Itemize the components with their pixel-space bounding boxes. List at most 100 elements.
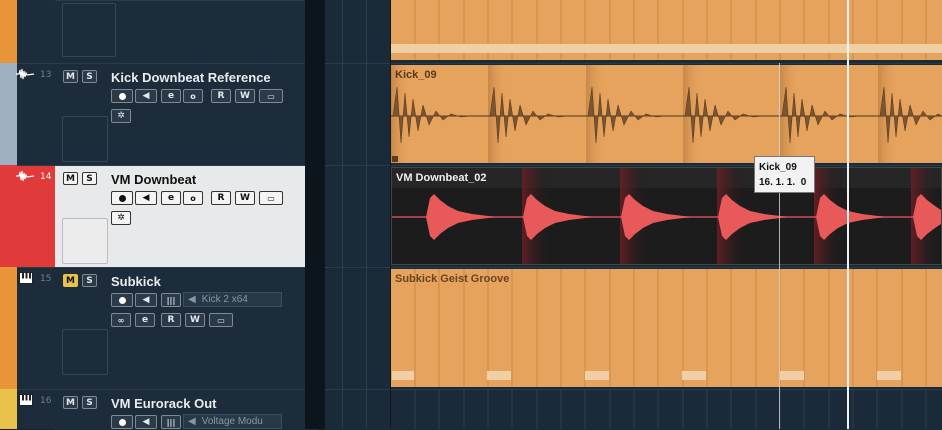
piano-icon xyxy=(19,272,33,284)
header-divider[interactable] xyxy=(305,0,325,429)
timebase-icon: o xyxy=(190,193,196,203)
solo-button[interactable]: S xyxy=(82,274,97,287)
audio-event-vm-downbeat[interactable]: VM Downbeat_02 xyxy=(391,167,942,265)
monitor-icon: ◀ xyxy=(142,91,150,101)
freeze-button[interactable]: ✲ xyxy=(111,109,131,123)
track-color-strip[interactable] xyxy=(0,0,17,63)
edit-button[interactable]: e xyxy=(161,89,181,103)
write-button[interactable]: W xyxy=(185,313,205,327)
chevron-left-icon: ◀ xyxy=(188,416,196,427)
record-icon xyxy=(118,194,126,202)
record-icon xyxy=(118,92,126,100)
midi-icon: ||| xyxy=(166,417,176,427)
midi-event-subkick[interactable]: Subkick Geist Groove xyxy=(391,269,942,387)
track-number-column: 13 xyxy=(16,63,55,165)
mute-button[interactable]: M xyxy=(63,396,78,409)
mute-button[interactable]: M xyxy=(63,70,78,83)
audio-event-kick[interactable]: Kick_09 xyxy=(391,65,942,163)
lanes-icon: ▭ xyxy=(267,193,275,203)
timebase-button[interactable]: o xyxy=(183,191,203,205)
track-name[interactable]: VM Eurorack Out xyxy=(111,396,216,411)
lanes-button[interactable]: ▭ xyxy=(259,89,283,103)
read-button[interactable]: R xyxy=(161,313,181,327)
record-enable-button[interactable] xyxy=(111,293,133,307)
track-color-strip[interactable] xyxy=(0,267,17,389)
mute-button[interactable]: M xyxy=(63,274,78,287)
chevron-left-icon: ◀ xyxy=(188,294,196,305)
track-name[interactable]: Subkick xyxy=(111,274,161,289)
track-name[interactable]: VM Downbeat xyxy=(111,172,196,187)
event-grid xyxy=(391,0,942,60)
grid-line xyxy=(342,0,343,429)
event-name: Kick_09 xyxy=(395,69,437,81)
record-enable-button[interactable] xyxy=(111,191,133,205)
write-button[interactable]: W xyxy=(235,191,255,205)
lanes-button[interactable]: ▭ xyxy=(259,191,283,205)
mute-button[interactable]: M xyxy=(63,172,78,185)
monitor-button[interactable]: ◀ xyxy=(135,191,157,205)
event-lane-16-grid xyxy=(414,389,927,429)
track-header-1[interactable] xyxy=(55,0,319,64)
waveform-icon xyxy=(16,170,35,182)
monitor-icon: ◀ xyxy=(142,417,150,427)
output-routing-field[interactable]: ◀ Kick 2 x64 xyxy=(183,292,282,307)
freeze-icon: ✲ xyxy=(117,111,125,121)
monitor-button[interactable]: ◀ xyxy=(135,415,157,429)
event-name: VM Downbeat_02 xyxy=(396,172,487,184)
track-header-13[interactable]: M S Kick Downbeat Reference ◀ e o R W ▭ … xyxy=(55,63,319,166)
freeze-button[interactable]: ✲ xyxy=(111,211,131,225)
edit-button[interactable]: e xyxy=(135,313,155,327)
event-tooltip: Kick_09 16. 1. 1. 0 xyxy=(754,156,815,193)
track-name[interactable]: Kick Downbeat Reference xyxy=(111,70,271,85)
tooltip-position: 16. 1. 1. 0 xyxy=(759,177,807,188)
grid-line xyxy=(366,0,367,429)
midi-input-button[interactable]: ||| xyxy=(161,293,181,307)
event-grid xyxy=(392,269,927,387)
monitor-icon: ◀ xyxy=(142,295,150,305)
event-left-edge xyxy=(390,0,391,429)
output-routing-label: Kick 2 x64 xyxy=(201,294,248,305)
track-number-column: 16 xyxy=(17,389,55,429)
record-icon xyxy=(118,418,126,426)
solo-button[interactable]: S xyxy=(82,172,97,185)
record-enable-button[interactable] xyxy=(111,89,133,103)
track-number: 13 xyxy=(40,70,52,80)
solo-button[interactable]: S xyxy=(82,396,97,409)
playhead[interactable] xyxy=(847,0,849,429)
write-button[interactable]: W xyxy=(235,89,255,103)
midi-input-button[interactable]: ||| xyxy=(161,415,181,429)
timebase-icon: o xyxy=(190,91,196,101)
cursor-line xyxy=(779,63,780,429)
record-icon xyxy=(118,296,126,304)
event-name: Subkick Geist Groove xyxy=(395,273,510,285)
track-header-16[interactable]: M S VM Eurorack Out ◀ ||| ◀ Voltage Modu xyxy=(55,389,319,430)
read-button[interactable]: R xyxy=(211,191,231,205)
midi-icon: ||| xyxy=(166,295,176,305)
track-number-column: 15 xyxy=(17,267,55,389)
track-versions-button[interactable]: ▭ xyxy=(209,313,233,327)
edit-button[interactable]: e xyxy=(161,191,181,205)
track-number-column xyxy=(17,0,55,63)
track-number: 15 xyxy=(40,274,52,284)
monitor-button[interactable]: ◀ xyxy=(135,293,157,307)
midi-event[interactable] xyxy=(391,0,942,60)
read-button[interactable]: R xyxy=(211,89,231,103)
piano-icon xyxy=(19,394,33,406)
lanes-button[interactable]: ∞ xyxy=(111,313,131,327)
track-number-column: 14 xyxy=(16,165,55,267)
output-routing-label: Voltage Modu xyxy=(201,416,263,427)
kick-waveform xyxy=(391,65,942,163)
track-header-15[interactable]: M S Subkick ◀ ||| ◀ Kick 2 x64 ∞ e R W ▭ xyxy=(55,267,319,390)
monitor-button[interactable]: ◀ xyxy=(135,89,157,103)
lanes-icon: ▭ xyxy=(267,91,275,101)
lanes-icon: ∞ xyxy=(117,315,125,325)
solo-button[interactable]: S xyxy=(82,70,97,83)
track-header-14[interactable]: M S VM Downbeat ◀ e o R W ▭ ✲ xyxy=(55,165,319,268)
output-routing-field[interactable]: ◀ Voltage Modu xyxy=(183,414,282,429)
track-color-strip[interactable] xyxy=(0,389,17,429)
freeze-icon: ✲ xyxy=(117,213,125,223)
timebase-button[interactable]: o xyxy=(183,89,203,103)
track-thumbnail xyxy=(62,3,116,57)
track-number: 16 xyxy=(40,396,52,406)
record-enable-button[interactable] xyxy=(111,415,133,429)
